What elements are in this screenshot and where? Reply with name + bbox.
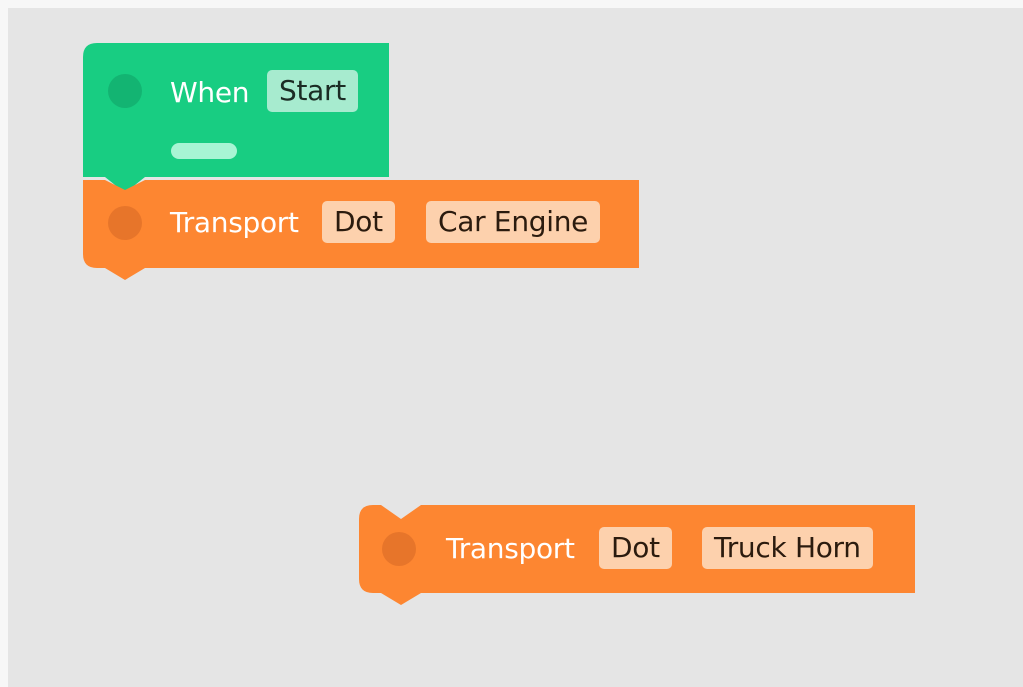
transport-truck-horn-block[interactable]: Transport Dot Truck Horn (359, 505, 915, 613)
trigger-dropdown[interactable]: Start (267, 70, 358, 112)
transport-label: Transport (446, 532, 575, 565)
target-dropdown[interactable]: Dot (599, 527, 672, 569)
target-dropdown[interactable]: Dot (322, 201, 395, 243)
drag-handle-icon[interactable] (108, 74, 142, 108)
transport-car-engine-block[interactable]: Transport Dot Car Engine (83, 180, 639, 288)
sound-dropdown[interactable]: Car Engine (426, 201, 601, 243)
add-condition-pill[interactable] (171, 143, 237, 159)
transport-label: Transport (170, 206, 299, 239)
when-block-shape (83, 43, 389, 193)
sound-dropdown[interactable]: Truck Horn (702, 527, 873, 569)
when-label: When (170, 76, 250, 109)
block-workspace[interactable]: When Start Transport Dot Car Engine Tran… (8, 8, 1023, 687)
drag-handle-icon[interactable] (382, 532, 416, 566)
when-start-block[interactable]: When Start (83, 43, 389, 193)
drag-handle-icon[interactable] (108, 206, 142, 240)
